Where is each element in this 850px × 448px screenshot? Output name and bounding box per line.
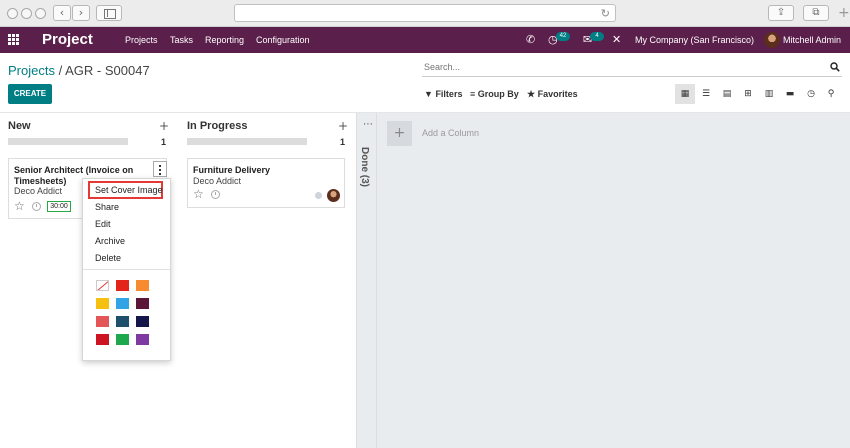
share-item[interactable]: Share <box>95 202 119 212</box>
column-in-progress-title[interactable]: In Progress <box>187 120 248 132</box>
reload-icon[interactable]: ↻ <box>601 7 610 20</box>
dropdown-divider <box>83 269 170 270</box>
color-swatch[interactable] <box>116 334 129 345</box>
card-options-button[interactable] <box>153 161 167 177</box>
color-swatch[interactable] <box>136 280 149 291</box>
messages-count-badge: 4 <box>590 32 604 41</box>
color-swatch[interactable] <box>96 298 109 309</box>
list-view-icon[interactable]: ☰ <box>696 84 716 104</box>
funnel-icon: ▼ <box>424 89 433 99</box>
address-bar[interactable]: ↻ <box>234 4 616 22</box>
assignee-avatar[interactable] <box>327 189 340 202</box>
color-swatch[interactable] <box>116 298 129 309</box>
status-dot[interactable] <box>315 192 322 199</box>
card-options-dropdown: Set Cover Image Share Edit Archive Delet… <box>82 178 171 361</box>
close-window-icon[interactable] <box>7 8 18 19</box>
expand-column-icon[interactable]: ⋯ <box>363 119 373 130</box>
card-customer: Deco Addict <box>193 176 242 186</box>
column-in-progress-progress-bar <box>187 138 307 145</box>
filters-label: Filters <box>435 89 463 99</box>
company-switcher[interactable]: My Company (San Francisco) <box>635 35 754 45</box>
color-swatch[interactable] <box>136 334 149 345</box>
favorites-button[interactable]: ★ Favorites <box>527 89 578 100</box>
app-grid-icon[interactable] <box>8 34 20 46</box>
favorites-label: Favorites <box>537 89 578 99</box>
color-swatch[interactable] <box>96 316 109 327</box>
activity-clock-icon[interactable] <box>211 190 220 199</box>
map-view-icon[interactable]: ⚲ <box>821 84 841 104</box>
top-navbar: Project Projects Tasks Reporting Configu… <box>0 27 850 53</box>
tools-icon[interactable]: ✕ <box>612 33 621 46</box>
maximize-window-icon[interactable] <box>35 8 46 19</box>
sidebar-toggle-icon[interactable] <box>96 5 122 21</box>
add-column-plus-icon[interactable]: + <box>387 121 412 146</box>
card-title: Furniture Delivery <box>193 165 271 175</box>
column-new-count: 1 <box>161 137 167 147</box>
star-icon: ★ <box>527 89 536 99</box>
color-swatch[interactable] <box>96 334 109 345</box>
color-swatch[interactable] <box>116 280 129 291</box>
browser-chrome: ‹ › ↻ ⇪ ⧉ + <box>0 0 850 27</box>
task-card-furniture-delivery[interactable]: Furniture Delivery Deco Addict ☆ <box>187 158 345 208</box>
kanban-view-icon[interactable]: ▦ <box>675 84 695 104</box>
card-customer: Deco Addict <box>14 186 63 196</box>
search-bar <box>422 59 842 77</box>
color-swatch[interactable] <box>116 316 129 327</box>
edit-item[interactable]: Edit <box>95 219 111 229</box>
group-by-icon: ≡ <box>470 89 476 99</box>
column-new-progress-bar <box>8 138 128 145</box>
menu-reporting[interactable]: Reporting <box>205 35 244 45</box>
graph-view-icon[interactable]: ▥ <box>759 84 779 104</box>
activity-clock-icon[interactable] <box>32 202 41 211</box>
archive-item[interactable]: Archive <box>95 236 125 246</box>
user-menu[interactable]: Mitchell Admin <box>783 35 841 45</box>
user-avatar[interactable] <box>764 32 780 48</box>
menu-projects[interactable]: Projects <box>125 35 158 45</box>
app-name[interactable]: Project <box>42 31 93 48</box>
menu-tasks[interactable]: Tasks <box>170 35 193 45</box>
activity-count-badge: 42 <box>556 32 570 41</box>
back-icon[interactable]: ‹ <box>53 5 71 21</box>
add-column-label[interactable]: Add a Column <box>422 128 479 138</box>
time-badge: 30:00 <box>47 201 71 212</box>
gantt-view-icon[interactable]: ▬ <box>780 84 800 104</box>
share-icon[interactable]: ⇪ <box>768 5 794 21</box>
delete-item[interactable]: Delete <box>95 253 121 263</box>
calendar-view-icon[interactable]: ▤ <box>717 84 737 104</box>
priority-star-icon[interactable]: ☆ <box>193 187 204 201</box>
set-cover-image-item[interactable]: Set Cover Image <box>95 185 163 195</box>
color-swatch[interactable] <box>136 316 149 327</box>
column-new-add-icon[interactable]: + <box>159 119 169 133</box>
breadcrumb-separator: / <box>58 63 63 78</box>
add-column-area: + Add a Column <box>377 113 850 448</box>
search-input[interactable] <box>422 59 802 75</box>
activity-view-icon[interactable]: ◷ <box>801 84 821 104</box>
minimize-window-icon[interactable] <box>21 8 32 19</box>
filters-button[interactable]: ▼ Filters <box>424 89 462 99</box>
column-done-label: Done (3) <box>359 147 370 187</box>
column-in-progress-add-icon[interactable]: + <box>338 119 348 133</box>
search-icon[interactable] <box>830 62 840 72</box>
color-swatch[interactable] <box>136 298 149 309</box>
menu-configuration[interactable]: Configuration <box>256 35 310 45</box>
new-tab-icon[interactable]: + <box>838 5 850 21</box>
breadcrumb: Projects / AGR - S00047 <box>8 63 150 78</box>
group-by-label: Group By <box>477 89 519 99</box>
column-new-title[interactable]: New <box>8 120 31 132</box>
breadcrumb-projects-link[interactable]: Projects <box>8 63 55 78</box>
group-by-button[interactable]: ≡ Group By <box>470 89 519 99</box>
create-button[interactable]: CREATE <box>8 84 52 104</box>
column-in-progress-count: 1 <box>340 137 346 147</box>
phone-icon[interactable]: ✆ <box>526 33 535 46</box>
forward-icon[interactable]: › <box>72 5 90 21</box>
column-done-folded[interactable]: ⋯ Done (3) <box>356 113 377 448</box>
no-color-swatch[interactable] <box>96 280 109 291</box>
pivot-view-icon[interactable]: ⊞ <box>738 84 758 104</box>
priority-star-icon[interactable]: ☆ <box>14 199 25 213</box>
tabs-overview-icon[interactable]: ⧉ <box>803 5 829 21</box>
breadcrumb-current: AGR - S00047 <box>65 63 150 78</box>
